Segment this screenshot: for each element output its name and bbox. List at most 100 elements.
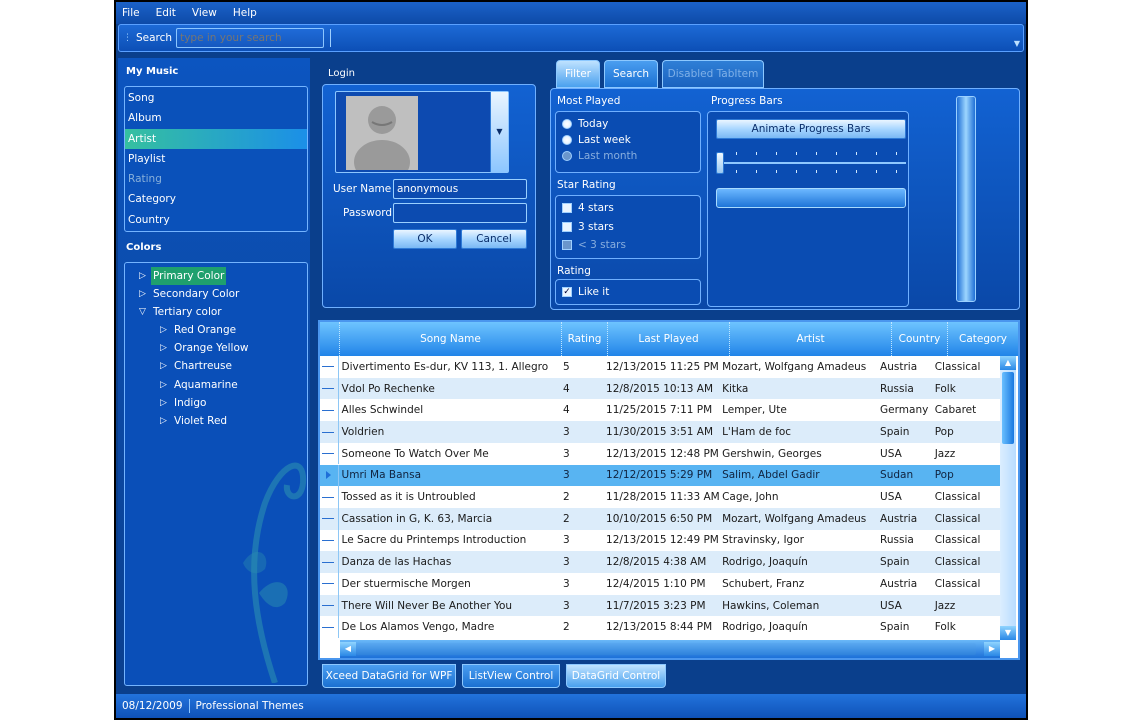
cell-category[interactable]: Folk	[932, 383, 1000, 395]
expand-triangle-icon[interactable]: ▷	[160, 394, 174, 412]
list-item-song[interactable]: Song	[125, 88, 307, 108]
table-row[interactable]: De Los Alamos Vengo, Madre 2 12/13/2015 8:…	[320, 616, 1000, 639]
cell-artist[interactable]: Schubert, Franz	[719, 578, 877, 590]
radio-today[interactable]: Today	[562, 116, 608, 132]
cell-song-name[interactable]: Le Sacre du Printemps Introduction	[339, 534, 555, 546]
cell-last-played[interactable]: 12/13/2015 8:44 PM	[600, 621, 719, 633]
table-row[interactable]: Vdol Po Rechenke 4 12/8/2015 10:13 AM Kitka…	[320, 377, 1000, 400]
toolbar-grip-icon[interactable]: ⋮	[123, 33, 132, 43]
cell-rating[interactable]: 3	[555, 534, 600, 546]
menu-view[interactable]: View	[192, 7, 217, 19]
cell-song-name[interactable]: Alles Schwindel	[339, 404, 555, 416]
cell-category[interactable]: Cabaret	[932, 404, 1000, 416]
cell-rating[interactable]: 3	[555, 469, 600, 481]
list-item-album[interactable]: Album	[125, 108, 307, 128]
cell-artist[interactable]: Cage, John	[719, 491, 877, 503]
table-row[interactable]: Someone To Watch Over Me 3 12/13/2015 12:4…	[320, 442, 1000, 465]
tree-item-secondary-color[interactable]: ▷ Secondary Color	[139, 285, 239, 303]
cell-artist[interactable]: Hawkins, Coleman	[719, 600, 877, 612]
cell-country[interactable]: Sudan	[877, 469, 932, 481]
cell-last-played[interactable]: 12/4/2015 1:10 PM	[600, 578, 719, 590]
cell-category[interactable]: Jazz	[932, 448, 1000, 460]
row-selector[interactable]	[320, 442, 339, 465]
tab-listview-control[interactable]: ListView Control	[462, 664, 560, 688]
row-selector[interactable]	[320, 616, 339, 639]
scroll-down-icon[interactable]: ▼	[1000, 626, 1016, 640]
row-selector[interactable]	[320, 464, 339, 487]
cell-song-name[interactable]: Divertimento Es-dur, KV 113, 1. Allegro	[339, 361, 555, 373]
cell-rating[interactable]: 3	[555, 426, 600, 438]
cell-rating[interactable]: 2	[555, 621, 600, 633]
cell-category[interactable]: Classical	[932, 491, 1000, 503]
tree-item-red-orange[interactable]: ▷ Red Orange	[160, 321, 236, 339]
avatar-combobox[interactable]: ▼	[335, 91, 509, 173]
cell-last-played[interactable]: 11/25/2015 7:11 PM	[600, 404, 719, 416]
cell-country[interactable]: Spain	[877, 426, 932, 438]
cell-song-name[interactable]: There Will Never Be Another You	[339, 600, 555, 612]
radio-icon[interactable]	[562, 135, 572, 145]
tree-item-aquamarine[interactable]: ▷ Aquamarine	[160, 376, 238, 394]
row-selector[interactable]	[320, 486, 339, 508]
cell-category[interactable]: Classical	[932, 556, 1000, 568]
cell-last-played[interactable]: 12/13/2015 12:49 PM	[600, 534, 719, 546]
checkbox-3-stars[interactable]: 3 stars	[562, 219, 614, 235]
tree-item-chartreuse[interactable]: ▷ Chartreuse	[160, 357, 232, 375]
slider-thumb[interactable]	[716, 152, 724, 174]
cell-country[interactable]: Russia	[877, 383, 932, 395]
cell-country[interactable]: Russia	[877, 534, 932, 546]
expand-triangle-icon[interactable]: ▷	[160, 412, 174, 430]
cell-song-name[interactable]: Someone To Watch Over Me	[339, 448, 555, 460]
horizontal-scroll-thumb[interactable]	[356, 643, 976, 655]
table-row[interactable]: Der stuermische Morgen 3 12/4/2015 1:10 PM…	[320, 573, 1000, 595]
animate-progress-bars-button[interactable]: Animate Progress Bars	[716, 119, 906, 139]
checkbox-4-stars[interactable]: 4 stars	[562, 200, 614, 216]
cell-artist[interactable]: Lemper, Ute	[719, 404, 877, 416]
expand-triangle-icon[interactable]: ▷	[160, 376, 174, 394]
row-selector[interactable]	[320, 573, 339, 595]
cell-last-played[interactable]: 10/10/2015 6:50 PM	[600, 513, 719, 525]
cell-rating[interactable]: 3	[555, 600, 600, 612]
tab-datagrid-control[interactable]: DataGrid Control	[566, 664, 666, 688]
cell-last-played[interactable]: 11/7/2015 3:23 PM	[600, 600, 719, 612]
username-field[interactable]: anonymous	[393, 179, 527, 199]
list-item-category[interactable]: Category	[125, 189, 307, 209]
cell-artist[interactable]: Salim, Abdel Gadir	[719, 469, 877, 481]
menu-help[interactable]: Help	[233, 7, 257, 19]
row-selector[interactable]	[320, 356, 339, 378]
collapse-triangle-icon[interactable]: ▽	[139, 303, 153, 321]
column-header-last-played[interactable]: Last Played	[608, 322, 730, 356]
row-selector[interactable]	[320, 377, 339, 400]
cell-artist[interactable]: Mozart, Wolfgang Amadeus	[719, 361, 877, 373]
search-input[interactable]	[176, 28, 325, 48]
column-header-song-name[interactable]: Song Name	[340, 322, 562, 356]
cell-country[interactable]: Spain	[877, 556, 932, 568]
row-selector[interactable]	[320, 399, 339, 422]
cell-last-played[interactable]: 12/13/2015 11:25 PM	[600, 361, 719, 373]
cell-artist[interactable]: Kitka	[719, 383, 877, 395]
cell-rating[interactable]: 2	[555, 513, 600, 525]
cell-last-played[interactable]: 12/8/2015 10:13 AM	[600, 383, 719, 395]
table-row[interactable]: Cassation in G, K. 63, Marcia 2 10/10/2015…	[320, 507, 1000, 530]
cell-country[interactable]: Spain	[877, 621, 932, 633]
scroll-right-icon[interactable]: ▶	[984, 642, 1000, 656]
cell-category[interactable]: Pop	[932, 469, 1000, 481]
cell-artist[interactable]: Rodrigo, Joaquín	[719, 621, 877, 633]
tree-item-primary-color[interactable]: ▷ Primary Color	[139, 267, 227, 285]
expand-triangle-icon[interactable]: ▷	[160, 339, 174, 357]
cell-country[interactable]: USA	[877, 491, 932, 503]
cell-country[interactable]: Austria	[877, 578, 932, 590]
row-selector[interactable]	[320, 551, 339, 573]
cell-last-played[interactable]: 12/12/2015 5:29 PM	[600, 469, 719, 481]
cell-song-name[interactable]: Umri Ma Bansa	[339, 469, 555, 481]
horizontal-scrollbar[interactable]: ◀ ▶	[340, 640, 1000, 658]
cell-rating[interactable]: 2	[555, 491, 600, 503]
cell-song-name[interactable]: Vdol Po Rechenke	[339, 383, 555, 395]
checkbox-icon[interactable]	[562, 203, 572, 213]
cell-rating[interactable]: 5	[555, 361, 600, 373]
cell-last-played[interactable]: 12/8/2015 4:38 AM	[600, 556, 719, 568]
cell-artist[interactable]: L'Ham de foc	[719, 426, 877, 438]
cell-artist[interactable]: Gershwin, Georges	[719, 448, 877, 460]
row-selector[interactable]	[320, 421, 339, 443]
checkbox-icon[interactable]	[562, 222, 572, 232]
tab-search[interactable]: Search	[604, 60, 658, 88]
